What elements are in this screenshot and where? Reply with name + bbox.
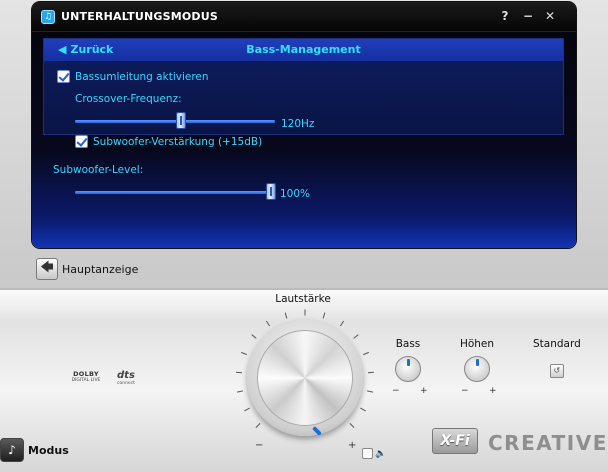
volume-knob-ring	[247, 320, 363, 436]
title-bar: ♫ UNTERHALTUNGSMODUS ? − ✕	[32, 2, 576, 32]
volume-tick	[237, 390, 244, 393]
treble-knob[interactable]	[464, 356, 490, 382]
bass-redirect-label: Bassumleitung aktivieren	[75, 70, 209, 83]
volume-tick	[360, 407, 367, 412]
volume-tick	[241, 351, 247, 355]
subwoofer-boost-checkbox[interactable]	[75, 135, 88, 148]
bass-label: Bass	[395, 338, 421, 350]
volume-tick	[367, 371, 374, 373]
section-header: ◀ Zurück Bass-Management	[44, 39, 563, 61]
dolby-logo: DOLBY DIGITAL LIVE	[71, 370, 101, 383]
crossover-value: 120Hz	[281, 118, 315, 130]
main-display-button[interactable]: 🡄 Hauptanzeige	[36, 258, 138, 280]
volume-tick	[353, 334, 359, 339]
volume-tick	[363, 351, 369, 355]
mute-toggle[interactable]: 🔈	[362, 448, 386, 459]
subwoofer-level-label: Subwoofer-Level:	[53, 164, 144, 176]
main-display-label: Hauptanzeige	[62, 262, 139, 276]
minimize-button[interactable]: −	[521, 9, 535, 23]
bass-redirect-checkbox-row[interactable]: Bassumleitung aktivieren	[57, 70, 209, 83]
close-button[interactable]: ✕	[543, 9, 557, 23]
volume-tick	[255, 422, 261, 428]
top-frame: ♫ UNTERHALTUNGSMODUS ? − ✕ ◀ Zurück Bass-…	[0, 0, 608, 290]
mode-button[interactable]: ♪ Modus	[0, 438, 69, 462]
subwoofer-boost-label: Subwoofer-Verstärkung (+15dB)	[93, 135, 263, 148]
app-icon: ♫	[41, 10, 55, 24]
crossover-label: Crossover-Frequenz:	[75, 93, 182, 105]
bass-knob[interactable]	[395, 356, 421, 382]
crossover-slider-thumb[interactable]	[176, 112, 186, 129]
subwoofer-level-slider-track[interactable]	[75, 191, 271, 194]
crossover-slider-track[interactable]	[75, 120, 275, 123]
speaker-icon: 🔈	[375, 448, 387, 459]
volume-tick	[251, 334, 257, 339]
window-title: UNTERHALTUNGSMODUS	[61, 10, 219, 23]
volume-tick	[366, 390, 373, 393]
volume-tick	[284, 312, 288, 319]
treble-label: Höhen	[459, 338, 495, 350]
creative-logo: CREATIVE	[488, 431, 608, 455]
volume-tick	[243, 407, 250, 412]
mode-label: Modus	[28, 443, 69, 457]
standard-label: Standard	[533, 338, 581, 350]
bass-management-section: ◀ Zurück Bass-Management Bassumleitung ak…	[43, 38, 564, 135]
volume-knob[interactable]	[257, 330, 353, 426]
bass-redirect-checkbox[interactable]	[57, 70, 70, 83]
subwoofer-boost-checkbox-row[interactable]: Subwoofer-Verstärkung (+15dB)	[75, 135, 262, 148]
control-panel: Lautstärke − + Bass − + Höhen − + Standa…	[0, 288, 608, 472]
settings-panel: ♫ UNTERHALTUNGSMODUS ? − ✕ ◀ Zurück Bass-…	[32, 2, 576, 248]
bass-control: Bass − +	[390, 338, 428, 396]
volume-tick	[349, 422, 355, 428]
subwoofer-level-slider-thumb[interactable]	[266, 183, 276, 200]
treble-plus: +	[489, 386, 497, 396]
mute-checkbox[interactable]	[362, 448, 373, 459]
standard-reset-button[interactable]: ↺	[549, 364, 564, 378]
xfi-logo: X-Fi	[432, 428, 478, 454]
help-button[interactable]: ?	[498, 9, 512, 23]
volume-max-label: +	[348, 440, 357, 451]
volume-tick	[266, 320, 271, 327]
treble-control: Höhen − +	[459, 338, 497, 396]
volume-label: Lautstärke	[275, 293, 331, 305]
dts-logo: dts connect	[117, 370, 135, 386]
treble-minus: −	[461, 386, 469, 396]
volume-tick	[236, 371, 243, 373]
mode-icon: ♪	[0, 438, 24, 462]
volume-knob-area: − +	[235, 308, 375, 451]
volume-min-label: −	[255, 440, 264, 451]
volume-tick	[322, 312, 326, 319]
section-title: Bass-Management	[246, 43, 361, 56]
back-arrow-icon: 🡄	[36, 258, 58, 280]
standard-control: Standard ↺	[533, 338, 581, 378]
bass-plus: +	[420, 386, 428, 396]
bass-minus: −	[392, 386, 400, 396]
volume-tick	[304, 309, 306, 316]
volume-tick	[339, 320, 344, 327]
subwoofer-level-value: 100%	[280, 188, 311, 200]
